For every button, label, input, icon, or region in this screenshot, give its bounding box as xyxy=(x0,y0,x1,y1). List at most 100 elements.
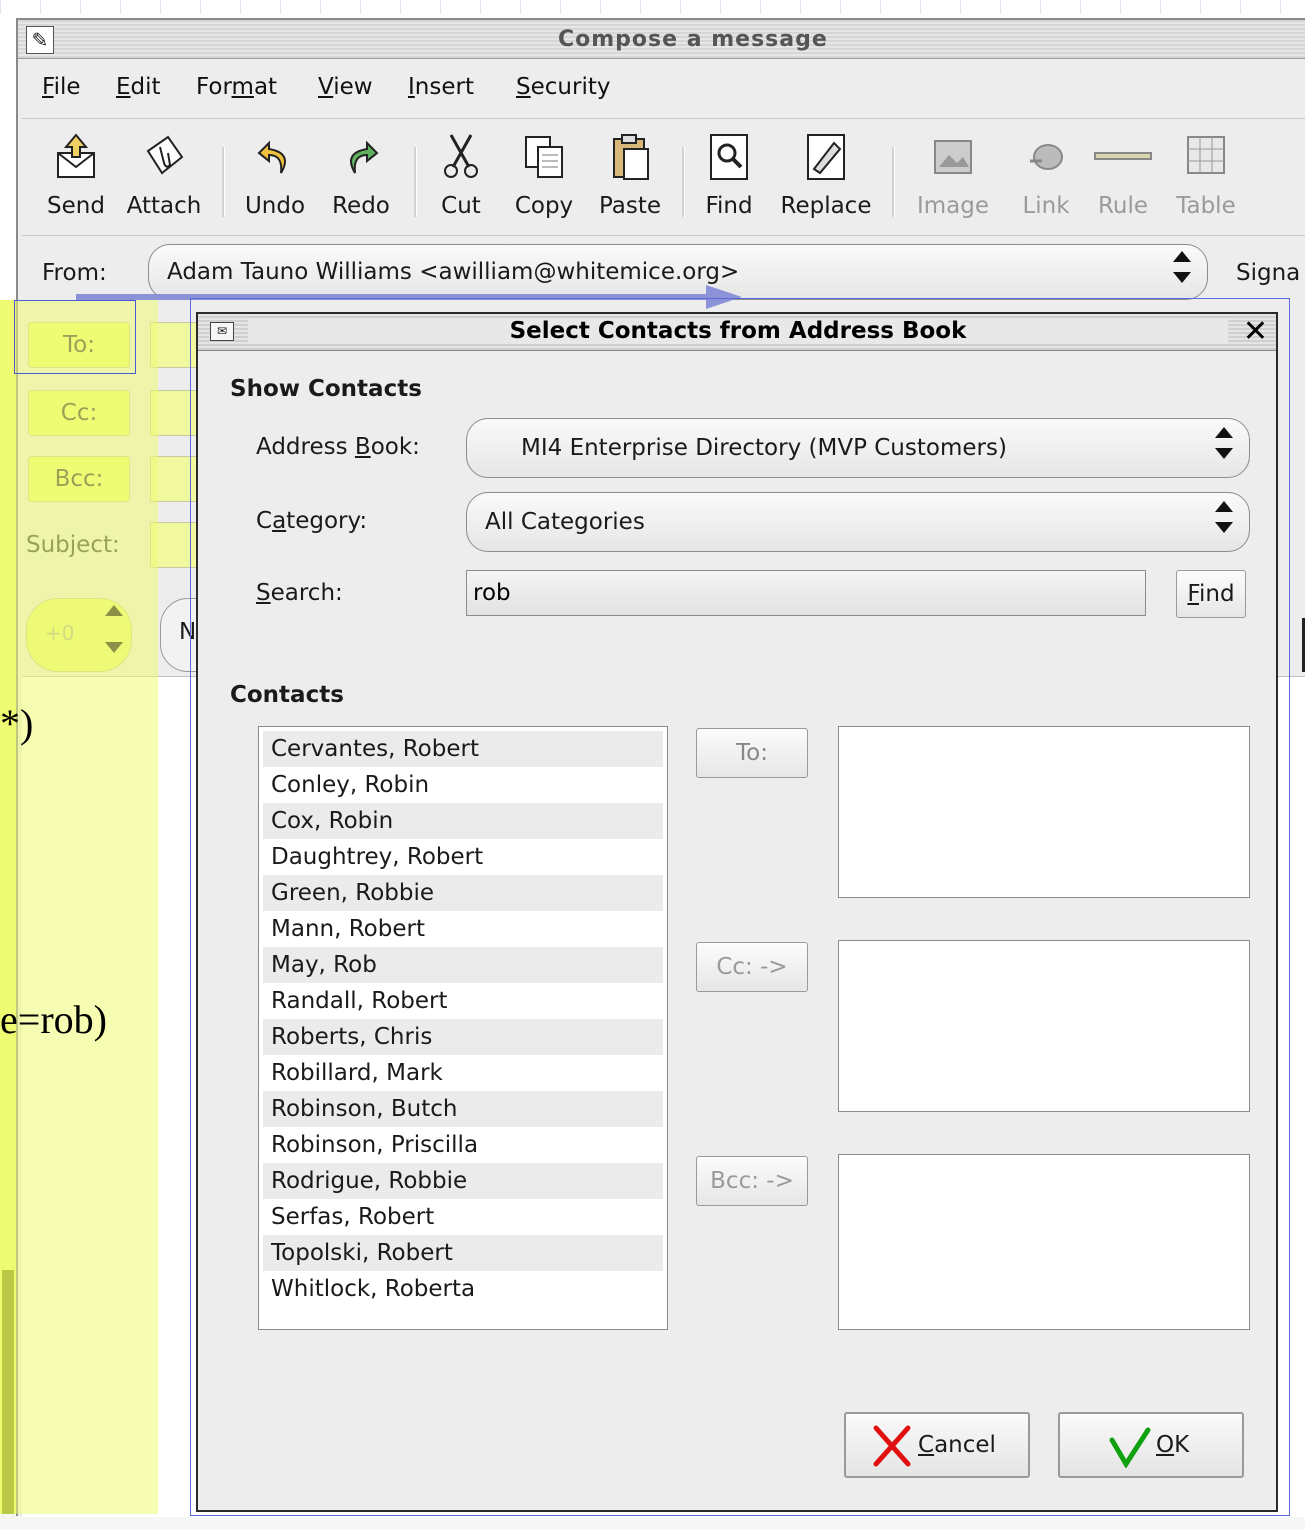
toolbar-separator xyxy=(682,147,685,217)
cc-button[interactable]: Cc: xyxy=(28,390,130,436)
menu-format[interactable]: Format xyxy=(196,74,277,100)
table-label: Table xyxy=(1176,193,1236,219)
rule-button[interactable]: Rule xyxy=(1090,133,1156,233)
contact-list-item[interactable]: Mann, Robert xyxy=(263,911,663,947)
attach-label: Attach xyxy=(126,193,202,219)
menu-bar: File Edit Format View Insert Security xyxy=(18,60,1305,116)
find-button[interactable]: Find xyxy=(1176,570,1246,618)
link-label: Link xyxy=(1022,193,1070,219)
find-button[interactable]: Find xyxy=(696,133,762,233)
to-recipients-list[interactable] xyxy=(838,726,1250,898)
bcc-recipients-list[interactable] xyxy=(838,1154,1250,1330)
paste-button[interactable]: Paste xyxy=(590,133,670,233)
menu-file[interactable]: File xyxy=(42,74,81,100)
menu-view[interactable]: View xyxy=(318,74,373,100)
attach-icon xyxy=(146,135,184,175)
replace-icon xyxy=(807,134,845,180)
contact-list-item[interactable]: Cervantes, Robert xyxy=(263,731,663,767)
cut-button[interactable]: Cut xyxy=(426,133,496,233)
redo-label: Redo xyxy=(332,193,390,219)
contact-list-item[interactable]: Daughtrey, Robert xyxy=(263,839,663,875)
from-label: From: xyxy=(42,260,107,286)
toolbar-separator xyxy=(892,147,895,217)
cancel-x-icon xyxy=(873,1425,911,1467)
contact-list-item[interactable]: Rodrigue, Robbie xyxy=(263,1163,663,1199)
ok-label: OK xyxy=(1156,1432,1190,1458)
contact-list-item[interactable]: Topolski, Robert xyxy=(263,1235,663,1271)
from-select[interactable]: Adam Tauno Williams <awilliam@whitemice.… xyxy=(148,244,1208,300)
contact-list-item[interactable]: Robinson, Butch xyxy=(263,1091,663,1127)
ok-button[interactable]: OK xyxy=(1058,1412,1244,1478)
priority-spinner[interactable]: +0 xyxy=(26,598,132,672)
from-value: Adam Tauno Williams <awilliam@whitemice.… xyxy=(167,259,740,285)
contacts-list[interactable]: Cervantes, Robert Conley, Robin Cox, Robin… xyxy=(258,726,668,1330)
send-button[interactable]: Send xyxy=(36,133,116,233)
contact-list-item[interactable]: Green, Robbie xyxy=(263,875,663,911)
contact-list-item[interactable]: Whitlock, Roberta xyxy=(263,1271,663,1307)
find-icon xyxy=(710,134,748,180)
bcc-add-button[interactable]: Bcc: -> xyxy=(696,1156,808,1206)
replace-button[interactable]: Replace xyxy=(774,133,878,233)
contact-list-item[interactable]: Conley, Robin xyxy=(263,767,663,803)
rule-label: Rule xyxy=(1097,193,1149,219)
search-input[interactable] xyxy=(466,570,1146,616)
link-button[interactable]: Link xyxy=(1016,133,1076,233)
to-add-button[interactable]: To: xyxy=(696,728,808,778)
contact-list-item[interactable]: May, Rob xyxy=(263,947,663,983)
category-label: Category: xyxy=(256,508,368,534)
contact-list-item[interactable]: Serfas, Robert xyxy=(263,1199,663,1235)
link-icon xyxy=(1030,144,1063,170)
contact-list-item[interactable]: Roberts, Chris xyxy=(263,1019,663,1055)
spin-arrows-icon xyxy=(1211,501,1237,533)
contact-list-item[interactable]: Randall, Robert xyxy=(263,983,663,1019)
cc-recipients-list[interactable] xyxy=(838,940,1250,1112)
image-button[interactable]: Image xyxy=(908,133,998,233)
subject-label: Subject: xyxy=(26,532,120,558)
copy-button[interactable]: Copy xyxy=(504,133,584,233)
address-book-value: MI4 Enterprise Directory (MVP Customers) xyxy=(521,435,1007,461)
cancel-label: Cancel xyxy=(918,1432,996,1458)
compose-titlebar[interactable]: ✎ Compose a message xyxy=(18,20,1305,59)
dialog-title: Select Contacts from Address Book xyxy=(248,318,1228,344)
rule-icon xyxy=(1094,152,1152,160)
slide-text-fragment: *) xyxy=(0,701,34,746)
send-icon xyxy=(57,133,95,178)
bcc-button[interactable]: Bcc: xyxy=(28,456,130,502)
copy-label: Copy xyxy=(514,193,574,219)
undo-button[interactable]: Undo xyxy=(240,133,310,233)
dialog-titlebar[interactable]: ✉ Select Contacts from Address Book ✕ xyxy=(198,314,1276,351)
send-label: Send xyxy=(47,193,105,219)
contacts-heading: Contacts xyxy=(230,682,344,708)
compose-title: Compose a message xyxy=(558,27,828,52)
show-contacts-heading: Show Contacts xyxy=(230,376,422,402)
slide-left-bar xyxy=(2,1270,14,1514)
undo-icon xyxy=(257,140,286,174)
redo-button[interactable]: Redo xyxy=(326,133,396,233)
toolbar-separator xyxy=(414,147,417,217)
menu-insert[interactable]: Insert xyxy=(408,74,474,100)
attach-button[interactable]: Attach xyxy=(124,133,204,233)
contact-list-item[interactable]: Cox, Robin xyxy=(263,803,663,839)
ok-check-icon xyxy=(1109,1427,1151,1468)
category-select[interactable]: All Categories xyxy=(466,492,1250,552)
category-value: All Categories xyxy=(485,509,645,535)
contact-list-item[interactable]: Robinson, Priscilla xyxy=(263,1127,663,1163)
image-icon xyxy=(934,140,972,174)
table-button[interactable]: Table xyxy=(1168,133,1244,233)
close-icon[interactable]: ✕ xyxy=(1243,314,1268,349)
replace-label: Replace xyxy=(780,193,872,219)
menu-edit[interactable]: Edit xyxy=(116,74,161,100)
search-label: Search: xyxy=(256,580,343,606)
cut-label: Cut xyxy=(441,193,481,219)
menu-security[interactable]: Security xyxy=(516,74,610,100)
cc-add-button[interactable]: Cc: -> xyxy=(696,942,808,992)
to-highlight-outline xyxy=(14,300,136,374)
address-book-label: Address Book: xyxy=(256,434,420,460)
contact-list-item[interactable]: Robillard, Mark xyxy=(263,1055,663,1091)
slide-ruler xyxy=(0,0,1305,14)
spin-arrows-icon xyxy=(1211,427,1237,459)
cancel-button[interactable]: Cancel xyxy=(844,1412,1030,1478)
signature-label: Signa xyxy=(1236,260,1301,286)
address-book-select[interactable]: MI4 Enterprise Directory (MVP Customers) xyxy=(466,418,1250,478)
toolbar: Send Attach Undo Redo Cut Copy Paste Fin… xyxy=(22,118,1305,236)
